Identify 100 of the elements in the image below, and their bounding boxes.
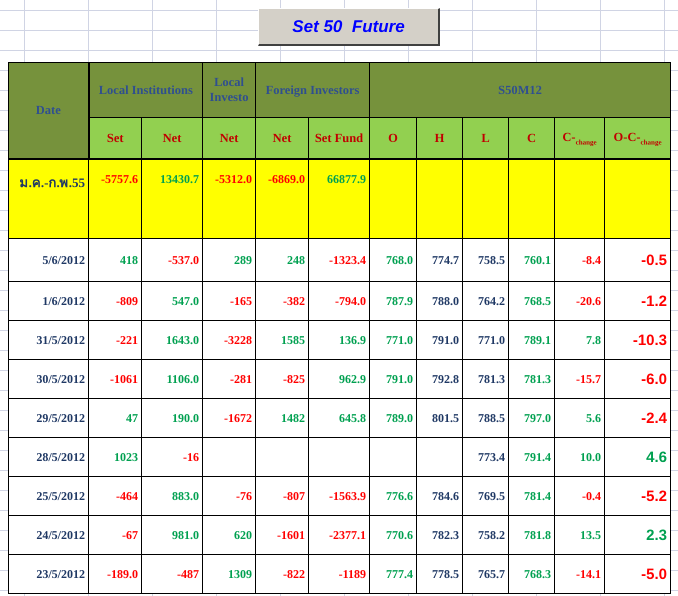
table-cell: 791.0 [386, 372, 413, 386]
table-cell: 788.0 [432, 294, 459, 308]
table-cell: -5.2 [641, 488, 668, 504]
table-cell: 781.8 [524, 528, 551, 542]
table-cell: 758.2 [478, 528, 505, 542]
date-cell: 28/5/2012 [36, 450, 85, 464]
table-cell: -807 [283, 488, 305, 502]
column-header: Net [272, 130, 292, 144]
sheet-title: Set 50 Future [258, 8, 440, 46]
table-cell: 7.8 [586, 332, 601, 346]
table-cell: -822 [283, 566, 305, 580]
date-cell: 25/5/2012 [36, 488, 85, 502]
table-cell: 47 [126, 410, 138, 424]
table-cell: 4.6 [646, 448, 668, 466]
table-cell: 770.6 [386, 528, 413, 542]
table-cell: -1323.4 [329, 252, 366, 266]
table-cell: -1563.9 [329, 488, 366, 502]
table-cell: -1061 [110, 372, 138, 386]
table-cell: -76 [236, 488, 252, 502]
table-cell: 789.0 [386, 410, 413, 424]
table-cell: 645.8 [339, 410, 366, 424]
table-cell: 5.6 [586, 410, 601, 424]
table-cell: 792.8 [432, 372, 459, 386]
date-cell: 23/5/2012 [36, 566, 85, 580]
table-cell: -3228 [224, 332, 252, 346]
table-cell: -67 [122, 528, 138, 542]
table-cell: 778.5 [432, 566, 459, 580]
table-cell: 769.5 [478, 488, 505, 502]
table-cell: 781.4 [524, 488, 551, 502]
table-cell: 773.4 [478, 450, 505, 464]
table-cell: 771.0 [386, 332, 413, 346]
table-cell: 883.0 [172, 488, 199, 502]
date-cell: 24/5/2012 [36, 528, 85, 542]
table-cell: 777.4 [386, 566, 413, 580]
table-cell: -382 [283, 294, 305, 308]
column-header: C-$_{change}$ [562, 130, 597, 144]
column-header: Net [220, 130, 238, 144]
table-cell: 765.7 [478, 566, 505, 580]
table-cell: 2.3 [646, 526, 668, 544]
table-cell: 764.2 [478, 294, 505, 308]
table-cell: 781.3 [524, 372, 551, 386]
date-cell: 31/5/2012 [36, 332, 85, 346]
table-cell: 768.3 [524, 566, 551, 580]
total-cell: -5757.6 [101, 172, 138, 186]
table-cell: 1106.0 [166, 372, 199, 386]
table-cell: 782.3 [432, 528, 459, 542]
column-header: L [481, 130, 490, 144]
table-cell: -14.1 [576, 566, 601, 580]
table-cell: -281 [230, 372, 252, 386]
total-cell: 66877.9 [327, 172, 366, 186]
table-cell: 771.0 [478, 332, 505, 346]
period-cell: ม.ค.-ก.พ.55 [20, 175, 85, 190]
column-header: Set Fund [314, 130, 364, 144]
group-header: Local Investo [210, 75, 248, 104]
group-header: Local Institutions [98, 82, 193, 96]
table-cell: 787.9 [386, 294, 413, 308]
table-cell: 10.0 [580, 450, 601, 464]
table-cell: 791.4 [524, 450, 551, 464]
table-cell: 1643.0 [166, 332, 199, 346]
table-cell: -794.0 [335, 294, 366, 308]
table-cell: -165 [230, 294, 252, 308]
table-cell: 136.9 [339, 332, 366, 346]
table-cell: -10.3 [632, 332, 668, 348]
table-cell: -2377.1 [329, 528, 366, 542]
column-header: Date [36, 103, 61, 117]
table-cell: -15.7 [576, 372, 601, 386]
table-cell: 620 [234, 528, 252, 542]
table-cell: 981.0 [172, 528, 199, 542]
table-cell: -2.4 [641, 410, 668, 426]
table-cell: -537.0 [168, 252, 199, 266]
table-cell: 1023 [114, 450, 138, 464]
table-cell: 248 [287, 252, 305, 266]
table-cell: -20.6 [576, 294, 601, 308]
table-cell: -809 [116, 294, 138, 308]
table-cell: -189.0 [107, 566, 138, 580]
table-cell: -464 [116, 488, 138, 502]
table-cell: -825 [283, 372, 305, 386]
table-cell: -1.2 [641, 292, 668, 310]
table-cell: 758.5 [478, 252, 505, 266]
table-cell: 1585 [281, 332, 305, 346]
column-header: O-C-$_{change}$ [613, 130, 662, 144]
table-cell: 1309 [228, 566, 252, 580]
table-cell: 774.7 [432, 252, 459, 266]
table-cell: -1601 [277, 528, 305, 542]
group-header: S50M12 [498, 82, 542, 96]
table-cell: 801.5 [432, 410, 459, 424]
table-cell: 784.6 [432, 488, 459, 502]
table-cell: 289 [234, 252, 252, 266]
table-cell: -8.4 [582, 252, 601, 266]
table-cell: -16 [183, 450, 199, 464]
table-cell: 791.0 [432, 332, 459, 346]
table-cell: -487 [177, 566, 199, 580]
table-cell: 418 [120, 252, 138, 266]
table-cell: 760.1 [524, 252, 551, 266]
date-cell: 29/5/2012 [36, 410, 85, 424]
table-cell: 962.9 [339, 372, 366, 386]
table-cell: 190.0 [172, 410, 199, 424]
column-header: C [526, 130, 536, 144]
total-cell: -6869.0 [268, 172, 305, 186]
table-cell: 797.0 [524, 410, 551, 424]
